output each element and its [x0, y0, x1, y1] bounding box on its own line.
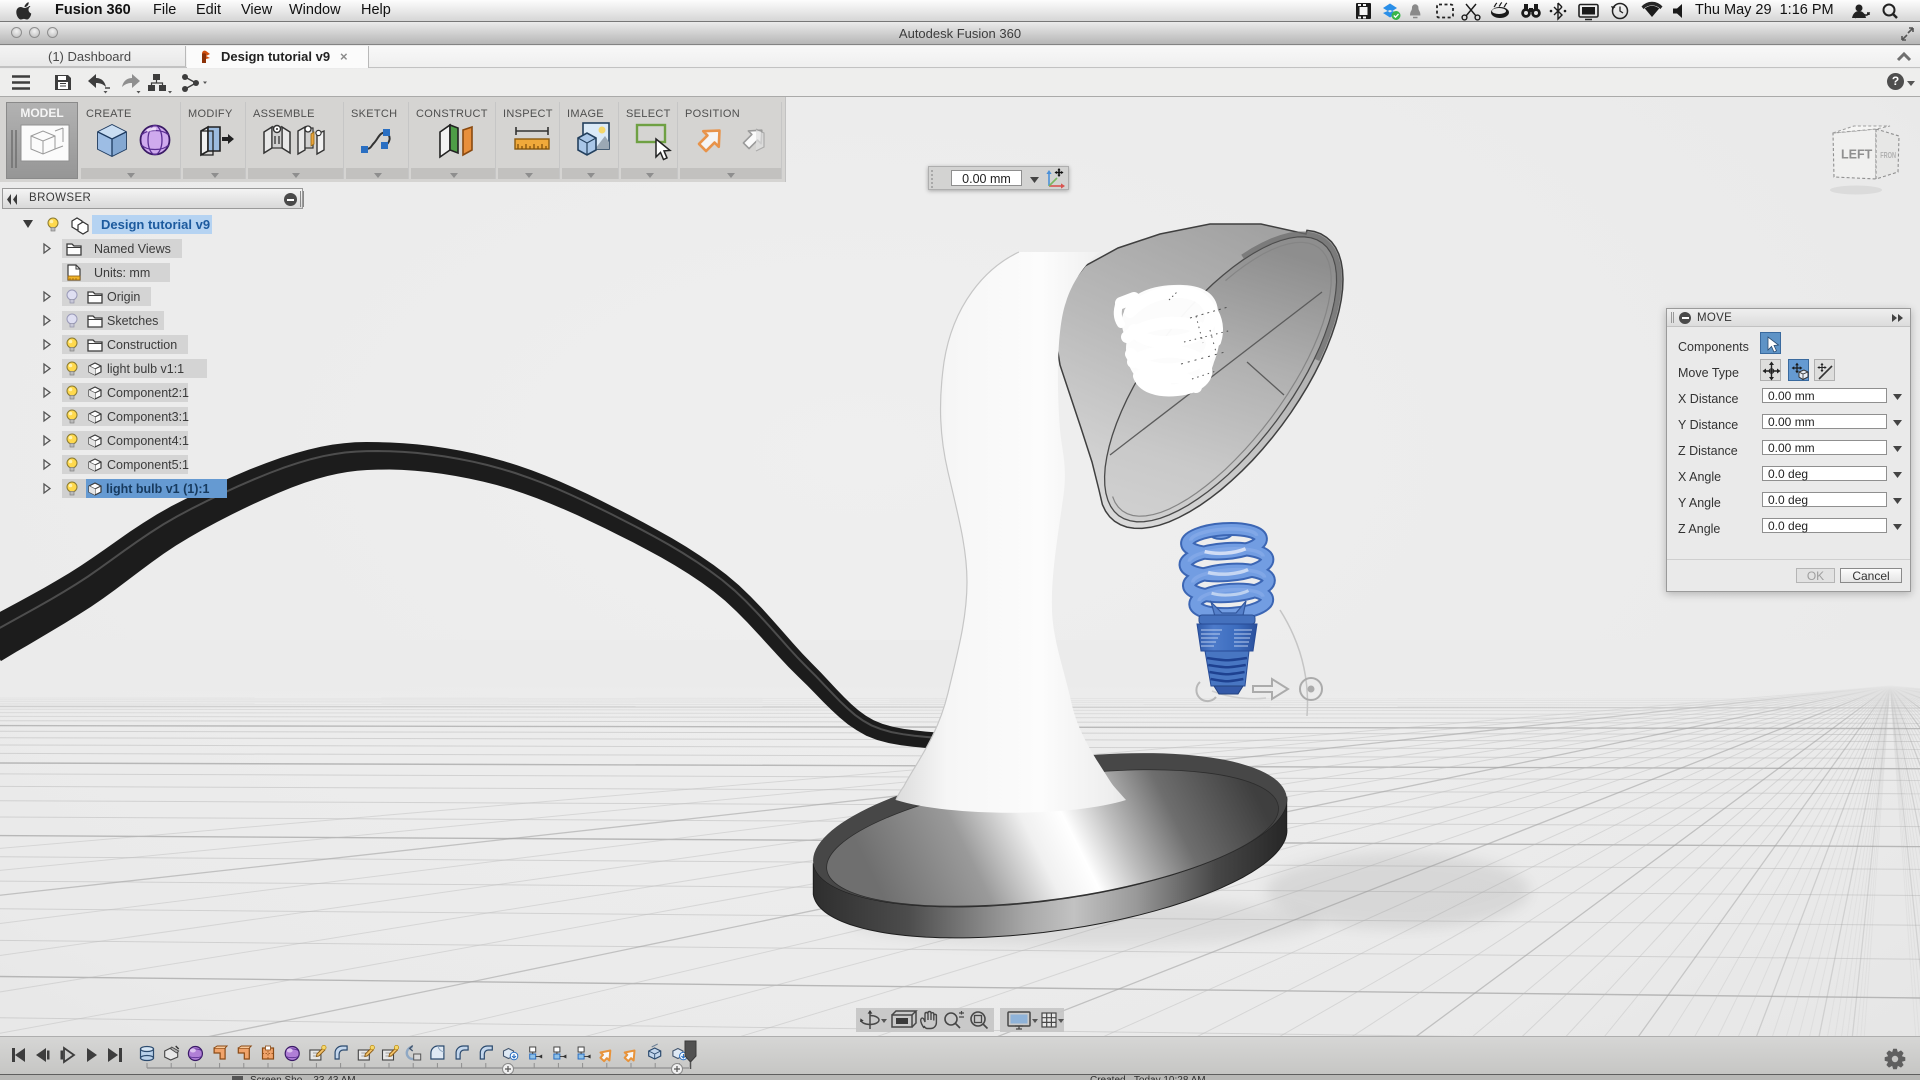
svg-text:Design tutorial v9: Design tutorial v9 — [101, 217, 210, 232]
svg-text:Sketches: Sketches — [107, 314, 158, 328]
svg-text:Component2:1: Component2:1 — [107, 386, 189, 400]
svg-text:Component4:1: Component4:1 — [107, 434, 189, 448]
svg-text:LEFT: LEFT — [1841, 148, 1873, 162]
svg-text:Construction: Construction — [107, 338, 177, 352]
svg-text:Named Views: Named Views — [94, 242, 171, 256]
svg-text:light bulb v1 (1):1: light bulb v1 (1):1 — [106, 482, 210, 496]
svg-text:Component5:1: Component5:1 — [107, 458, 189, 472]
svg-text:Component3:1: Component3:1 — [107, 410, 189, 424]
svg-text:FRON: FRON — [1880, 152, 1896, 160]
svg-text:Origin: Origin — [107, 290, 140, 304]
svg-text:light bulb v1:1: light bulb v1:1 — [107, 362, 184, 376]
svg-text:Units: mm: Units: mm — [94, 266, 150, 280]
